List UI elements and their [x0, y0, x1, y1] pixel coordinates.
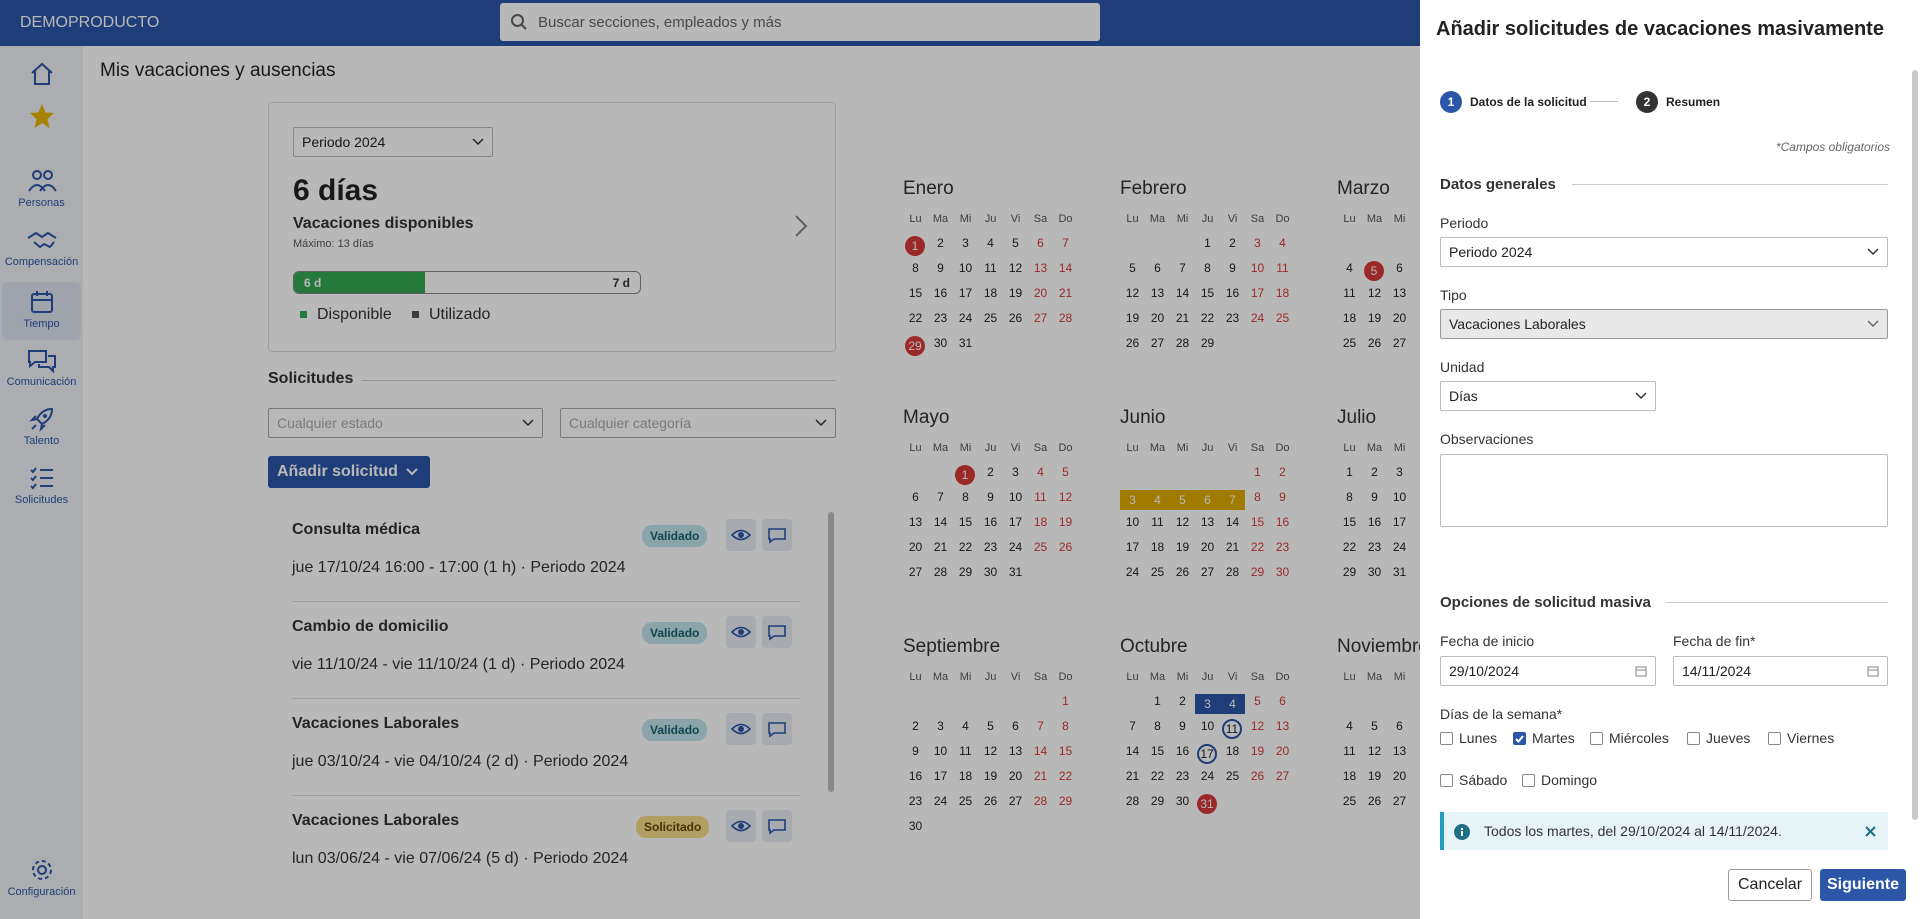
notes-label: Observaciones: [1440, 431, 1534, 447]
close-icon[interactable]: [1865, 826, 1876, 837]
weekday-checkbox-miercoles[interactable]: Miércoles: [1590, 730, 1669, 746]
weekday-checkbox-sabado[interactable]: Sábado: [1440, 772, 1507, 788]
panel-scrollbar[interactable]: [1912, 70, 1918, 820]
weekday-checkbox-viernes[interactable]: Viernes: [1768, 730, 1834, 746]
bulk-vacation-panel: Añadir solicitudes de vacaciones masivam…: [1420, 0, 1920, 919]
start-date-label: Fecha de inicio: [1440, 633, 1535, 649]
panel-title: Añadir solicitudes de vacaciones masivam…: [1436, 18, 1884, 40]
start-date-field[interactable]: 29/10/2024: [1440, 656, 1656, 686]
cancel-button[interactable]: Cancelar: [1728, 869, 1812, 901]
type-field[interactable]: Vacaciones Laborales: [1440, 309, 1888, 339]
info-alert: Todos los martes, del 29/10/2024 al 14/1…: [1440, 812, 1888, 850]
calendar-icon[interactable]: [1867, 665, 1879, 677]
next-button[interactable]: Siguiente: [1820, 869, 1906, 901]
notes-textarea[interactable]: [1440, 454, 1888, 527]
unit-label: Unidad: [1440, 359, 1485, 375]
weekday-checkbox-domingo[interactable]: Domingo: [1522, 772, 1597, 788]
info-icon: [1454, 824, 1470, 840]
chevron-down-icon: [1867, 320, 1879, 328]
general-section-title: Datos generales: [1440, 176, 1556, 193]
check-icon: [1515, 735, 1524, 743]
calendar-icon[interactable]: [1635, 665, 1647, 677]
modal-overlay[interactable]: [0, 0, 1420, 919]
weekday-checkbox-jueves[interactable]: Jueves: [1687, 730, 1750, 746]
chevron-down-icon: [1867, 248, 1879, 256]
chevron-down-icon: [1635, 392, 1647, 400]
end-date-label: Fecha de fin*: [1673, 633, 1756, 649]
bulk-section-title: Opciones de solicitud masiva: [1440, 594, 1651, 611]
period-field[interactable]: Periodo 2024: [1440, 237, 1888, 267]
period-label: Periodo: [1440, 215, 1489, 231]
weekday-checkbox-lunes[interactable]: Lunes: [1440, 730, 1497, 746]
end-date-field[interactable]: 14/11/2024: [1673, 656, 1888, 686]
weekday-checkbox-martes[interactable]: Martes: [1513, 730, 1575, 746]
type-label: Tipo: [1440, 287, 1467, 303]
step-1: 1 Datos de la solicitud: [1440, 91, 1587, 113]
weekdays-label: Días de la semana*: [1440, 706, 1563, 722]
required-note: *Campos obligatorios: [1775, 140, 1890, 154]
step-2: 2 Resumen: [1636, 91, 1720, 113]
unit-field[interactable]: Días: [1440, 381, 1656, 411]
